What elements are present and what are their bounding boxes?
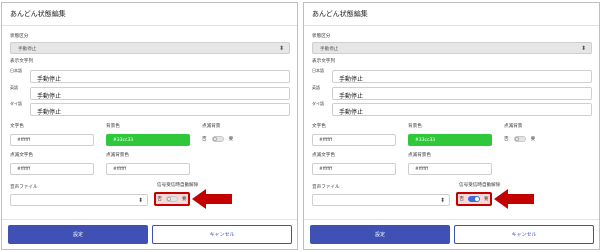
- input-value: 手動停止: [339, 76, 364, 83]
- sound-file-select[interactable]: ⬍: [10, 194, 148, 206]
- toggle-off-label: 否: [202, 137, 207, 142]
- row-label-japanese: 日本語: [312, 68, 324, 73]
- ok-label: 設定: [72, 232, 83, 238]
- toggle-switch[interactable]: [211, 136, 224, 142]
- blink-bg-toggle[interactable]: 否 要: [504, 136, 535, 142]
- blink-bg-color-input[interactable]: #ffffff: [106, 163, 190, 175]
- toggle-on-label: 要: [182, 197, 187, 202]
- row-label-japanese: 日本語: [10, 68, 22, 73]
- bg-color-value: #33cc33: [415, 138, 436, 143]
- status-select[interactable]: 手動停止 ⬍: [312, 42, 592, 54]
- dialog-title: あんどん状態編集: [10, 10, 66, 18]
- char-color-input[interactable]: #ffffff: [10, 134, 94, 146]
- blink-text-color-label: 点滅文字色: [312, 153, 335, 158]
- blink-bg-label: 点滅背景: [504, 124, 523, 129]
- red-arrow-icon: [494, 189, 534, 209]
- blink-bg-color-label: 点滅背景色: [408, 153, 431, 158]
- char-color-value: #ffffff: [319, 138, 333, 143]
- cancel-button[interactable]: キャンセル: [152, 225, 292, 244]
- divider: [2, 219, 297, 220]
- select-arrows-icon: ⬍: [278, 45, 284, 52]
- display-text-label: 表示文字列: [312, 59, 335, 64]
- status-value: 手動停止: [18, 47, 37, 52]
- divider: [304, 25, 599, 26]
- row-label-english: 英語: [312, 85, 320, 90]
- toggle-off-label: 否: [157, 197, 162, 202]
- sound-file-select[interactable]: ⬍: [312, 194, 450, 206]
- input-value: 手動停止: [37, 109, 62, 116]
- toggle-knob: [212, 137, 217, 141]
- ok-label: 設定: [374, 232, 385, 238]
- ok-button[interactable]: 設定: [8, 225, 148, 244]
- bg-color-input[interactable]: #33cc33: [106, 134, 190, 146]
- edit-dialog-after: あんどん状態編集 状態区分 手動停止 ⬍ 表示文字列 日本語 手動停止 英語 手…: [303, 2, 600, 250]
- blink-text-color-input[interactable]: #ffffff: [312, 163, 396, 175]
- blink-bg-toggle[interactable]: 否 要: [202, 136, 233, 142]
- red-arrow-icon: [192, 189, 232, 209]
- text-input-english[interactable]: 手動停止: [30, 87, 290, 100]
- toggle-off-label: 否: [459, 197, 464, 202]
- text-input-thai[interactable]: 手動停止: [332, 103, 592, 116]
- blink-text-color-label: 点滅文字色: [10, 153, 33, 158]
- sound-file-label: 音声ファイル: [312, 185, 340, 190]
- blink-text-color-input[interactable]: #ffffff: [10, 163, 94, 175]
- input-value: 手動停止: [339, 109, 364, 116]
- text-input-japanese[interactable]: 手動停止: [30, 70, 290, 83]
- row-label-thai: タイ語: [312, 101, 324, 106]
- toggle-knob: [475, 197, 479, 201]
- toggle-knob: [167, 197, 171, 201]
- blink-bg-color-value: #ffffff: [113, 167, 127, 172]
- blink-text-color-value: #ffffff: [17, 167, 31, 172]
- input-value: 手動停止: [37, 93, 62, 100]
- toggle-on-label: 要: [484, 197, 489, 202]
- toggle-switch[interactable]: [513, 136, 526, 142]
- signal-toggle-switch[interactable]: [166, 196, 178, 202]
- blink-bg-label: 点滅背景: [202, 124, 221, 129]
- text-input-thai[interactable]: 手動停止: [30, 103, 290, 116]
- sound-file-label: 音声ファイル: [10, 185, 38, 190]
- bg-color-label: 背景色: [106, 124, 120, 129]
- signal-toggle-highlight[interactable]: 否 要: [456, 192, 492, 206]
- bg-color-input[interactable]: #33cc33: [408, 134, 492, 146]
- char-color-value: #ffffff: [17, 138, 31, 143]
- blink-text-color-value: #ffffff: [319, 167, 333, 172]
- toggle-on-label: 要: [530, 137, 536, 142]
- bg-color-label: 背景色: [408, 124, 422, 129]
- status-value: 手動停止: [320, 47, 339, 52]
- status-select[interactable]: 手動停止 ⬍: [10, 42, 290, 54]
- signal-toggle-switch[interactable]: [468, 196, 480, 202]
- blink-bg-color-value: #ffffff: [415, 167, 429, 172]
- toggle-off-label: 否: [504, 137, 509, 142]
- divider: [2, 25, 297, 26]
- char-color-label: 文字色: [10, 124, 24, 129]
- toggle-on-label: 要: [228, 137, 234, 142]
- cancel-label: キャンセル: [209, 232, 235, 238]
- select-arrows-icon: ⬍: [439, 197, 445, 204]
- dialog-title: あんどん状態編集: [312, 10, 368, 18]
- blink-bg-color-label: 点滅背景色: [106, 153, 129, 158]
- toggle-knob: [514, 137, 519, 141]
- cancel-button[interactable]: キャンセル: [454, 225, 594, 244]
- divider: [304, 219, 599, 220]
- blink-bg-color-input[interactable]: #ffffff: [408, 163, 492, 175]
- display-text-label: 表示文字列: [10, 59, 33, 64]
- status-label: 状態区分: [10, 34, 29, 39]
- select-arrows-icon: ⬍: [580, 45, 586, 52]
- input-value: 手動停止: [37, 76, 62, 83]
- select-arrows-icon: ⬍: [137, 197, 143, 204]
- edit-dialog-before: あんどん状態編集 状態区分 手動停止 ⬍ 表示文字列 日本語 手動停止 英語 手…: [1, 2, 298, 250]
- input-value: 手動停止: [339, 93, 364, 100]
- char-color-input[interactable]: #ffffff: [312, 134, 396, 146]
- text-input-japanese[interactable]: 手動停止: [332, 70, 592, 83]
- bg-color-value: #33cc33: [113, 138, 134, 143]
- text-input-english[interactable]: 手動停止: [332, 87, 592, 100]
- status-label: 状態区分: [312, 34, 331, 39]
- ok-button[interactable]: 設定: [310, 225, 450, 244]
- row-label-thai: タイ語: [10, 101, 22, 106]
- cancel-label: キャンセル: [511, 232, 537, 238]
- char-color-label: 文字色: [312, 124, 326, 129]
- row-label-english: 英語: [10, 85, 18, 90]
- signal-toggle-highlight[interactable]: 否 要: [154, 192, 190, 206]
